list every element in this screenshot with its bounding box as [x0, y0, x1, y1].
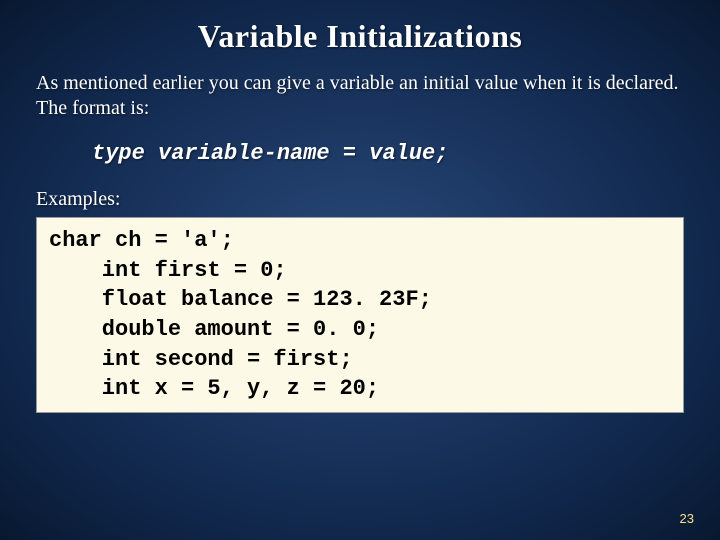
code-line: float balance = 123. 23F; [49, 287, 432, 312]
code-line: int first = 0; [49, 258, 287, 283]
code-example-box: char ch = 'a'; int first = 0; float bala… [36, 217, 684, 413]
intro-text: As mentioned earlier you can give a vari… [36, 71, 684, 121]
code-line: char ch = 'a'; [49, 228, 234, 253]
slide-title: Variable Initializations [36, 18, 684, 55]
format-syntax: type variable-name = value; [36, 141, 684, 166]
code-line: int second = first; [49, 347, 353, 372]
page-number: 23 [680, 511, 694, 526]
examples-label: Examples: [36, 188, 684, 211]
code-line: int x = 5, y, z = 20; [49, 376, 379, 401]
code-line: double amount = 0. 0; [49, 317, 379, 342]
slide-container: Variable Initializations As mentioned ea… [0, 0, 720, 540]
